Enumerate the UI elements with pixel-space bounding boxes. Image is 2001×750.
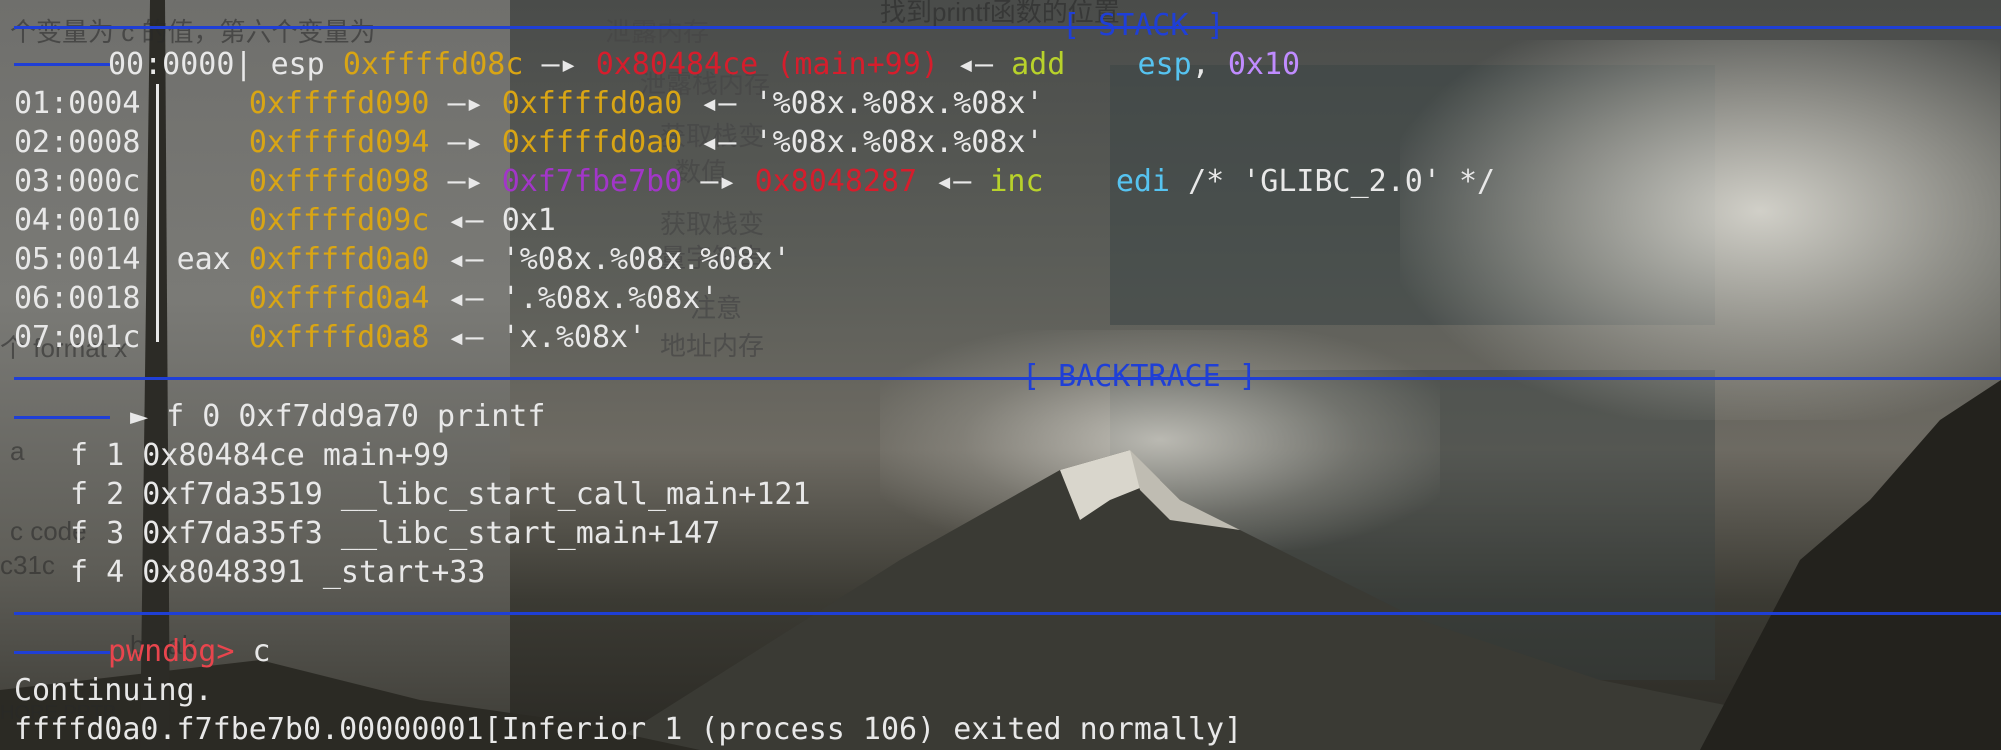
- stack-row[interactable]: 00:0000| esp 0xffffd08c —▸ 0x80484ce (ma…: [108, 46, 1300, 84]
- stack-row[interactable]: 04:0010 0xffffd09c ◂— 0x1: [14, 202, 556, 240]
- stack-offset: 00:0000: [108, 47, 235, 82]
- stack-arrow: ◂—: [700, 86, 737, 121]
- stack-arrow: ◂—: [447, 242, 484, 277]
- stack-arrow: ◂—: [447, 203, 484, 238]
- pwndbg-terminal[interactable]: [ STACK ] 00:0000| esp 0xffffd08c —▸ 0x8…: [0, 0, 2001, 750]
- stack-offset: 01:0004: [14, 86, 141, 121]
- stack-offset: 07:001c: [14, 320, 141, 355]
- stack-address: 0xffffd0a0: [248, 242, 430, 277]
- stack-operand: edi: [1115, 164, 1170, 199]
- stack-pointer-value: 0xf7fbe7b0: [501, 164, 683, 199]
- pwndbg-prompt: pwndbg>: [108, 634, 235, 669]
- stack-offset: 05:0014: [14, 242, 141, 277]
- stack-comment: /* 'GLIBC_2.0' */: [1188, 164, 1496, 199]
- stack-row[interactable]: 06:0018 0xffffd0a4 ◂— '.%08x.%08x': [14, 280, 718, 318]
- stack-row[interactable]: 03:000c 0xffffd098 —▸ 0xf7fbe7b0 —▸ 0x80…: [14, 163, 1495, 201]
- stack-string: '%08x.%08x.%08x': [754, 86, 1044, 121]
- stack-immediate: 0x10: [1227, 47, 1301, 82]
- stack-offset: 04:0010: [14, 203, 141, 238]
- backtrace-header-rule: [14, 377, 2001, 380]
- stack-instruction: inc: [989, 164, 1044, 199]
- output-line: ffffd0a0.f7fbe7b0.00000001[Inferior 1 (p…: [14, 712, 1243, 747]
- stack-row[interactable]: 01:0004 0xffffd090 —▸ 0xffffd0a0 ◂— '%08…: [14, 85, 1044, 123]
- stack-offset: 02:0008: [14, 125, 141, 160]
- command-line[interactable]: pwndbg> c: [108, 633, 271, 671]
- stack-string: '.%08x.%08x': [501, 281, 719, 316]
- stack-arrow: —▸: [700, 164, 737, 199]
- backtrace-frame-current[interactable]: ► f 0 0xf7dd9a70 printf: [130, 398, 545, 436]
- stack-string: 'x.%08x': [501, 320, 647, 355]
- current-frame-marker: [14, 416, 110, 419]
- stack-instruction: add: [1011, 47, 1066, 82]
- stack-offset: 06:0018: [14, 281, 141, 316]
- backtrace-frame[interactable]: f 2 0xf7da3519 __libc_start_call_main+12…: [70, 476, 811, 514]
- prompt-marker: [14, 651, 110, 654]
- stack-operand: esp: [1137, 47, 1192, 82]
- stack-header-rule: [14, 26, 2001, 29]
- backtrace-frame[interactable]: f 4 0x8048391 _start+33: [70, 554, 485, 592]
- stack-string: '%08x.%08x.%08x': [501, 242, 791, 277]
- stack-arrow: —▸: [447, 86, 484, 121]
- stack-register: esp: [270, 47, 325, 82]
- stack-string: '%08x.%08x.%08x': [754, 125, 1044, 160]
- current-line-marker: [14, 63, 110, 66]
- stack-pointer-value: 0x8048287: [754, 164, 918, 199]
- stack-operand-separator: ,: [1191, 47, 1210, 82]
- stack-arrow: ◂—: [700, 125, 737, 160]
- stack-address: 0xffffd094: [248, 125, 430, 160]
- stack-address: 0xffffd0a8: [248, 320, 430, 355]
- stack-arrow: ◂—: [447, 320, 484, 355]
- stack-offset: 03:000c: [14, 164, 141, 199]
- stack-pointer-value: 0xffffd0a0: [501, 86, 683, 121]
- stack-pointer-value: 0xffffd0a0: [501, 125, 683, 160]
- stack-address: 0xffffd08c: [342, 47, 524, 82]
- backtrace-frame[interactable]: f 1 0x80484ce main+99: [70, 437, 449, 475]
- output-line: Continuing.: [14, 673, 213, 708]
- stack-arrow: ◂—: [935, 164, 972, 199]
- stack-arrow: ◂—: [447, 281, 484, 316]
- stack-address: 0xffffd0a4: [248, 281, 430, 316]
- stack-register: eax: [176, 242, 231, 277]
- backtrace-frame[interactable]: f 3 0xf7da35f3 __libc_start_main+147: [70, 515, 720, 553]
- stack-arrow: ◂—: [956, 47, 994, 82]
- stack-header-title: [ STACK ]: [1062, 8, 1225, 43]
- stack-row[interactable]: 02:0008 0xffffd094 —▸ 0xffffd0a0 ◂— '%08…: [14, 124, 1044, 162]
- stack-address: 0xffffd090: [248, 86, 430, 121]
- stack-pointer-value: 0x80484ce (main+99): [595, 47, 939, 82]
- stack-arrow: —▸: [541, 47, 578, 82]
- stack-arrow: —▸: [447, 164, 484, 199]
- backtrace-header-title: [ BACKTRACE ]: [1022, 359, 1257, 394]
- stack-row[interactable]: 05:0014 eax 0xffffd0a0 ◂— '%08x.%08x.%08…: [14, 241, 791, 279]
- command-input[interactable]: c: [253, 634, 271, 669]
- stack-address: 0xffffd098: [248, 164, 430, 199]
- stack-address: 0xffffd09c: [248, 203, 430, 238]
- stack-row[interactable]: 07:001c 0xffffd0a8 ◂— 'x.%08x': [14, 319, 646, 357]
- stack-string: 0x1: [501, 203, 556, 238]
- stack-arrow: —▸: [447, 125, 484, 160]
- context-end-rule: [14, 612, 2001, 615]
